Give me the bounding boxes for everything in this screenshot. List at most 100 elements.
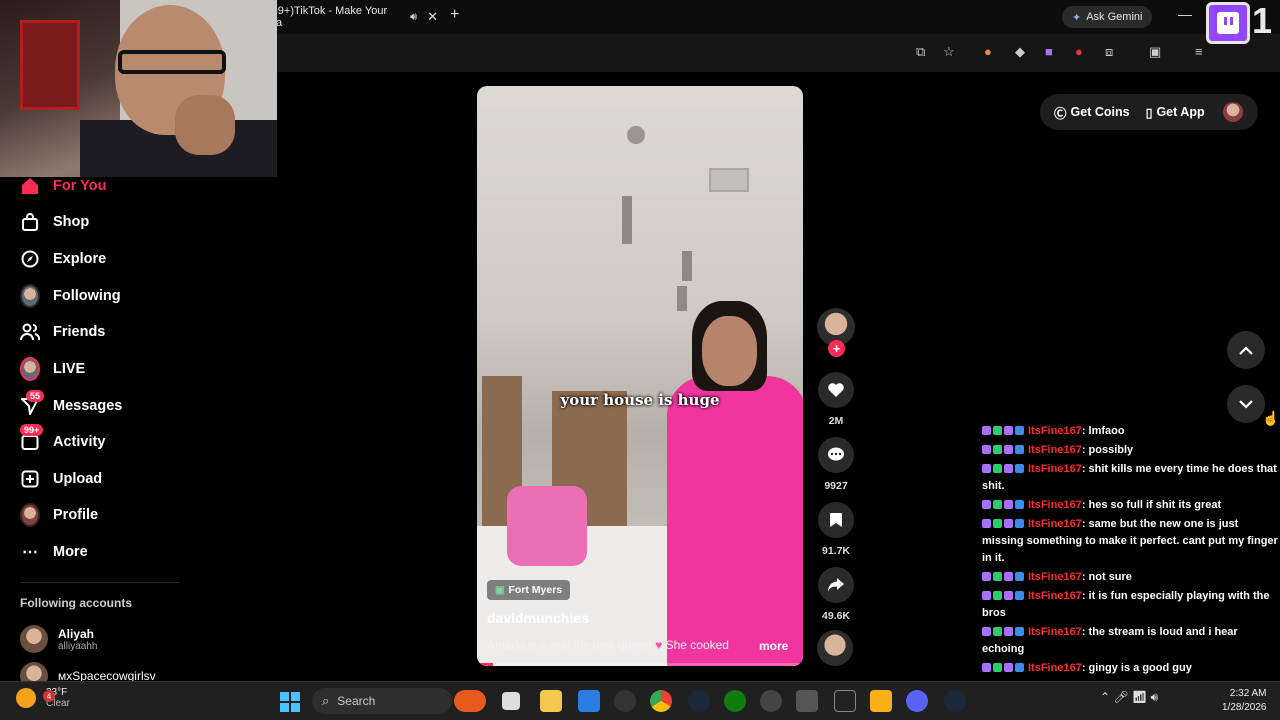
- chat-username[interactable]: ItsFine167: [1028, 571, 1082, 583]
- sidebar-item-following[interactable]: Following: [20, 282, 121, 310]
- task-view-icon[interactable]: [502, 692, 520, 710]
- video-text-overlay: your house is huge: [560, 391, 720, 409]
- next-video-button[interactable]: [1227, 385, 1265, 423]
- video-description: Amada is a real-life pink queen ♥ She co…: [487, 638, 729, 652]
- clock-time: 2:32 AM: [1229, 688, 1267, 699]
- home-icon: [20, 176, 40, 196]
- app-17-icon[interactable]: [796, 690, 818, 712]
- speaker-icon[interactable]: 🔊︎: [410, 11, 417, 24]
- sidebar-item-label: Upload: [53, 471, 103, 487]
- chat-badges-icon: [982, 516, 1026, 533]
- install-app-icon[interactable]: ⧉: [916, 44, 925, 60]
- video-progress-bar[interactable]: [477, 663, 803, 666]
- chat-username[interactable]: ItsFine167: [1028, 425, 1082, 437]
- extension-red-icon[interactable]: ●: [1075, 44, 1083, 59]
- get-coins-button[interactable]: Ⓒ Get Coins: [1054, 103, 1130, 122]
- system-clock[interactable]: 2:32 AM 1/28/2026: [1222, 687, 1267, 715]
- discord-icon[interactable]: [906, 690, 928, 712]
- music-disc-avatar[interactable]: [817, 630, 853, 666]
- chat-username[interactable]: ItsFine167: [1028, 463, 1082, 475]
- more-description-button[interactable]: more: [759, 639, 788, 653]
- like-button[interactable]: [818, 372, 854, 408]
- sidebar-item-more[interactable]: ⋯ More: [20, 538, 88, 566]
- weather-alert-badge: 4: [43, 690, 55, 702]
- chat-username[interactable]: ItsFine167: [1028, 499, 1082, 511]
- extension-diamond-icon[interactable]: ◆: [1015, 44, 1025, 60]
- more-dots-icon: ⋯: [22, 544, 38, 561]
- file-explorer-icon[interactable]: [540, 690, 562, 712]
- following-account-item[interactable]: Aliyah alliyaahh: [20, 625, 97, 653]
- sidebar-item-activity[interactable]: Activity 99+: [20, 424, 105, 456]
- user-avatar[interactable]: [1223, 102, 1243, 122]
- rockstar-icon[interactable]: [870, 690, 892, 712]
- store-icon[interactable]: [578, 690, 600, 712]
- sidebar-item-upload[interactable]: Upload: [20, 465, 102, 493]
- friends-icon: [20, 322, 40, 342]
- sidebar-item-label: For You: [53, 178, 107, 194]
- sidebar-item-label: Following: [53, 288, 121, 304]
- sidebar-item-label: More: [53, 544, 88, 560]
- get-coins-label: Get Coins: [1070, 105, 1130, 119]
- sidebar-item-messages[interactable]: Messages 55: [20, 390, 123, 420]
- chat-username[interactable]: ItsFine167: [1028, 590, 1082, 602]
- epic-games-icon[interactable]: [834, 690, 856, 712]
- minimize-window-icon[interactable]: —: [1178, 6, 1192, 22]
- previous-video-button[interactable]: [1227, 331, 1265, 369]
- close-tab-icon[interactable]: ✕: [427, 9, 438, 25]
- share-button[interactable]: [818, 567, 854, 603]
- sidebar-item-shop[interactable]: Shop: [20, 208, 89, 236]
- sidebar-item-label: Profile: [53, 507, 99, 523]
- extensions-puzzle-icon[interactable]: ⧈: [1105, 44, 1113, 60]
- chrome-icon[interactable]: [650, 690, 672, 712]
- live-avatar: [20, 357, 40, 381]
- save-button[interactable]: [818, 502, 854, 538]
- reading-list-icon[interactable]: ≡: [1195, 44, 1203, 59]
- chat-username[interactable]: ItsFine167: [1028, 444, 1082, 456]
- location-tag[interactable]: ▣ Fort Myers: [487, 580, 571, 600]
- weather-widget[interactable]: 4 33°F Clear: [16, 687, 70, 709]
- steam-icon-2[interactable]: [944, 690, 966, 712]
- obs-icon[interactable]: [614, 690, 636, 712]
- chat-username[interactable]: ItsFine167: [1028, 626, 1082, 638]
- sidebar-item-for-you[interactable]: For You: [20, 172, 106, 200]
- weather-sun-icon: [16, 688, 36, 708]
- new-tab-button[interactable]: +: [450, 6, 459, 24]
- taskbar-search[interactable]: ⌕ Search: [312, 688, 452, 714]
- chevron-up-icon: [1239, 345, 1253, 355]
- heart-icon: [828, 383, 844, 397]
- windows-taskbar: 4 33°F Clear ⌕ Search ⌃ 🎤︎ 📶︎ 🔊︎ 2:32 AM…: [0, 681, 1280, 720]
- sidebar-item-profile[interactable]: Profile: [20, 501, 98, 529]
- gemini-sparkle-icon: ✦: [1072, 11, 1082, 24]
- account-avatar: [20, 625, 48, 653]
- plus-square-icon: [20, 469, 40, 489]
- sidebar-item-friends[interactable]: Friends: [20, 318, 105, 346]
- ask-gemini-button[interactable]: ✦ Ask Gemini: [1062, 6, 1153, 28]
- sidebar-item-label: Shop: [53, 214, 90, 230]
- clock-date: 1/28/2026: [1222, 702, 1267, 713]
- chat-message: ItsFine167: it is fun especially playing…: [982, 588, 1280, 622]
- steam-icon[interactable]: [688, 690, 710, 712]
- sidebar-item-label: Messages: [53, 398, 123, 414]
- video-author[interactable]: davidmunchies: [487, 610, 589, 626]
- chat-username[interactable]: ItsFine167: [1028, 662, 1082, 674]
- bookmark-star-icon[interactable]: ☆: [943, 44, 955, 60]
- comment-button[interactable]: [818, 437, 854, 473]
- chat-username[interactable]: ItsFine167: [1028, 518, 1082, 530]
- chat-badges-icon: [982, 569, 1026, 586]
- widget-icon[interactable]: [454, 690, 486, 712]
- follow-plus-button[interactable]: +: [828, 340, 845, 357]
- video-player[interactable]: your house is huge ▣ Fort Myers davidmun…: [477, 86, 803, 666]
- like-count: 2M: [828, 415, 844, 427]
- system-tray[interactable]: ⌃ 🎤︎ 📶︎ 🔊︎: [1100, 690, 1158, 705]
- description-tail: She cooked: [665, 638, 729, 652]
- extension-twitch-icon[interactable]: ■: [1045, 44, 1053, 59]
- xbox-icon[interactable]: [724, 690, 746, 712]
- get-app-button[interactable]: ▯ Get App: [1146, 105, 1205, 120]
- windows-start-icon[interactable]: [280, 692, 300, 712]
- app-circle-icon[interactable]: [760, 690, 782, 712]
- sidebar-item-live[interactable]: LIVE: [20, 355, 85, 383]
- sidebar-item-explore[interactable]: Explore: [20, 245, 106, 273]
- browser-tab[interactable]: (99+)TikTok - Make Your Da 🔊︎ ✕: [268, 4, 438, 30]
- sidebar-toggle-icon[interactable]: ▣: [1149, 44, 1161, 60]
- extension-color-icon[interactable]: ●: [984, 44, 992, 59]
